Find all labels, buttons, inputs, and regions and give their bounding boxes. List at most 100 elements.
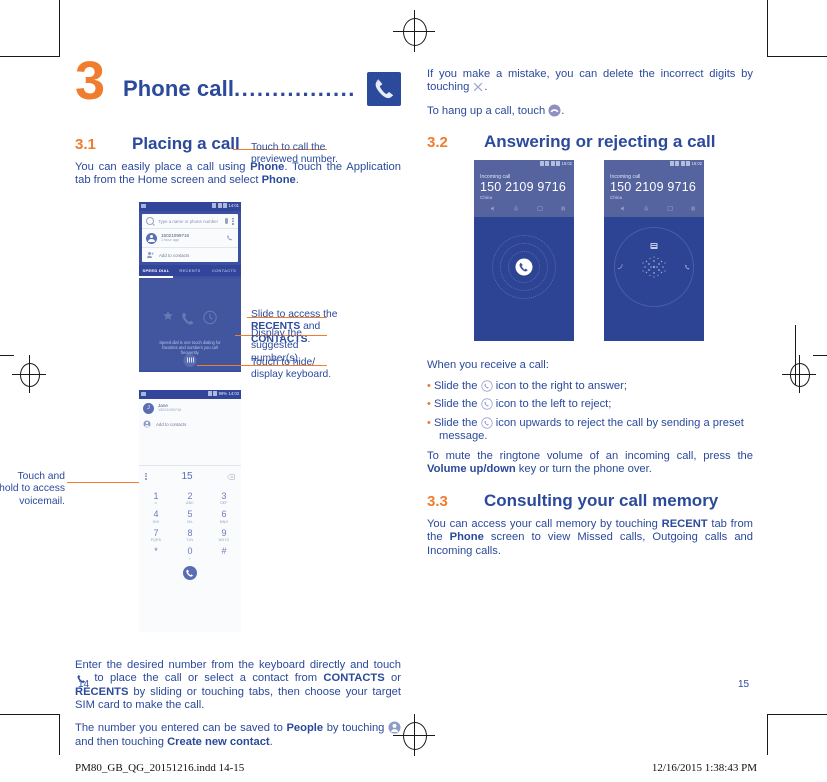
key-digit: 3 (221, 490, 227, 501)
key-letters: MNO (219, 519, 229, 524)
registration-mark-right (782, 355, 816, 393)
speaker-icon[interactable] (490, 205, 496, 212)
section-title: Answering or rejecting a call (484, 132, 716, 152)
search-input[interactable]: Type a name or phone number (142, 214, 238, 228)
dialpad-key-4[interactable]: 4 GHI (139, 508, 173, 527)
dialed-number-display: 15 (139, 466, 241, 487)
bullet-marker: • (427, 398, 431, 411)
key-digit: 8 (187, 527, 193, 538)
dialpad-row: * 0 + # (139, 545, 241, 564)
key-digit: 1 (153, 490, 159, 501)
search-placeholder: Type a name or phone number (158, 218, 219, 224)
overflow-menu-icon[interactable] (232, 217, 234, 225)
hold-icon[interactable] (690, 205, 696, 212)
text-fragment: . (561, 104, 565, 117)
key-letters: ∞ (154, 501, 158, 505)
speaker-icon[interactable] (620, 205, 626, 212)
microphone-icon[interactable] (225, 218, 228, 224)
key-digit: 4 (153, 509, 159, 519)
add-to-contacts-row[interactable]: Add to contacts (139, 417, 241, 431)
bullet-answer: • Slide the icon to the right to answer; (427, 380, 753, 394)
key-letters: WXYZ (218, 538, 230, 542)
call-action-bar (139, 566, 241, 589)
status-bar: 16:02 (604, 160, 704, 169)
key-digit: 6 (221, 509, 227, 519)
incoming-call-number: 150 2109 9716 (610, 180, 697, 194)
speed-dial-illustration (163, 310, 217, 325)
keypad-icon[interactable] (667, 205, 673, 212)
bold-phone: Phone (449, 531, 484, 544)
keypad-icon[interactable] (537, 205, 543, 212)
call-button-icon[interactable] (226, 234, 234, 242)
dialpad[interactable]: 1 ∞ 2 ABC 3 DEF 4 GHI 5 JKL 6 MNO 7 PQRS 8 TUV 9… (139, 487, 241, 566)
signal-icon (550, 161, 555, 166)
dialpad-key-0[interactable]: 0 + (173, 545, 207, 564)
hold-icon[interactable] (560, 205, 566, 212)
add-to-contacts-label: Add to contacts (159, 252, 190, 258)
avatar (146, 232, 157, 244)
key-digit: 9 (221, 527, 227, 538)
dialpad-key-hash[interactable]: # (207, 545, 241, 564)
toggle-keyboard-button[interactable] (183, 353, 197, 367)
contact-call-meta: 1 hour ago (161, 238, 180, 243)
tab-contacts[interactable]: CONTACTS (207, 268, 241, 273)
text-fragment: by touching (323, 722, 388, 735)
text-fragment: and then touching (75, 735, 168, 748)
dialpad-row: 1 ∞ 2 ABC 3 DEF (139, 489, 241, 508)
tab-recents[interactable]: RECENTS (173, 268, 207, 273)
bluetooth-icon (212, 203, 217, 208)
suggested-contact-row[interactable]: 15021099716 1 hour ago (142, 229, 238, 247)
battery-icon (686, 161, 691, 166)
dialpad-key-star[interactable]: * (139, 545, 173, 564)
paragraph-mistake: If you make a mistake, you can delete th… (427, 68, 753, 95)
mute-icon[interactable] (643, 205, 649, 212)
call-handset-circle-icon (481, 417, 493, 429)
section-number: 3.1 (75, 136, 96, 153)
footer-filename: PM80_GB_QG_20151216.indd 14-15 (75, 762, 245, 774)
speed-dial-pane: Speed dial is one touch dialing for favo… (139, 277, 241, 370)
add-to-contacts-row[interactable]: Add to contacts (142, 248, 238, 262)
answer-call-icon[interactable] (683, 263, 692, 272)
call-button[interactable] (183, 566, 197, 580)
annotation-call-previewed-number: Touch to call the previewed number. (251, 142, 339, 166)
phone-handset-icon (367, 72, 401, 106)
dialpad-key-1[interactable]: 1 ∞ (139, 489, 173, 508)
text-fragment: . (269, 735, 273, 748)
dialpad-key-7[interactable]: 7 PQRS (139, 526, 173, 545)
incoming-call-answer-area[interactable] (474, 217, 574, 317)
crop-mark-bl-h (0, 714, 60, 715)
dialpad-key-6[interactable]: 6 MNO (207, 508, 241, 527)
battery-icon (556, 161, 561, 166)
send-message-icon[interactable] (650, 243, 658, 249)
tab-bar[interactable]: SPEED DIAL RECENTS CONTACTS (139, 265, 241, 276)
incoming-call-screenshot-simple: 16:02 Incoming call 150 2109 9716 China (474, 160, 574, 341)
leader-line-voicemail (67, 482, 139, 483)
dialed-number: 15 (181, 471, 193, 482)
dialpad-key-8[interactable]: 8 TUV (173, 526, 207, 545)
dialpad-key-2[interactable]: 2 ABC (173, 489, 207, 508)
ripple-burst (637, 250, 671, 284)
key-letters: ABC (186, 501, 194, 505)
incoming-call-gesture-area[interactable] (604, 217, 704, 317)
dialpad-key-5[interactable]: 5 JKL (173, 508, 207, 527)
dialpad-key-3[interactable]: 3 DEF (207, 489, 241, 508)
backspace-icon[interactable] (227, 473, 235, 480)
add-person-icon (143, 420, 151, 428)
text-fragment: Slide the (433, 398, 481, 411)
answer-call-button[interactable] (515, 258, 533, 276)
status-time: 14:01 (228, 203, 239, 208)
dialpad-key-9[interactable]: 9 WXYZ (207, 526, 241, 545)
text-fragment: . (484, 81, 488, 94)
call-action-icons (610, 201, 698, 213)
suggested-contact-row[interactable]: J Jane 15021099716 (139, 399, 241, 417)
mute-icon[interactable] (513, 205, 519, 212)
status-icons: 16:02 (539, 161, 572, 166)
paragraph-save-number: The number you entered can be saved to P… (75, 721, 401, 749)
reject-call-icon[interactable] (616, 263, 625, 272)
bold-recent: RECENT (661, 517, 708, 530)
bold-contacts: CONTACTS (323, 672, 385, 685)
text-fragment: icon to the right to answer; (492, 379, 627, 392)
annotation-voicemail: Touch and hold to access voicemail. (0, 471, 65, 507)
page-number-right: 15 (738, 679, 750, 690)
tab-speed-dial[interactable]: SPEED DIAL (139, 268, 173, 273)
